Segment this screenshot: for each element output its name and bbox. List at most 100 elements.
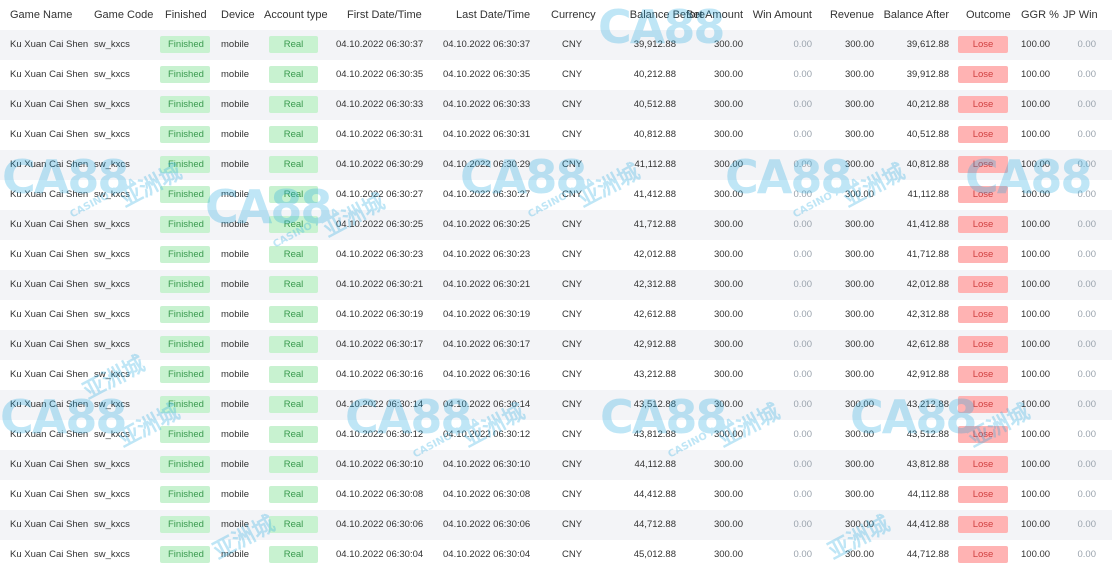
cell-game-name: Ku Xuan Cai Shen [10, 369, 89, 380]
cell-game-name: Ku Xuan Cai Shen [10, 99, 89, 110]
cell-status: Finished [160, 390, 210, 420]
account-type-badge: Real [269, 126, 318, 143]
header-outcome[interactable]: Outcome [966, 0, 1011, 30]
cell-outcome: Lose [958, 300, 1008, 330]
table-row[interactable]: Ku Xuan Cai Shen sw_kxcs Finished mobile… [0, 120, 1112, 150]
header-win-amount[interactable]: Win Amount [753, 0, 812, 30]
cell-currency: CNY [562, 69, 583, 80]
status-badge: Finished [160, 366, 210, 383]
cell-account-type: Real [269, 210, 318, 240]
cell-bet-amount: 300.00 [713, 249, 743, 260]
account-type-badge: Real [269, 396, 318, 413]
cell-status: Finished [160, 330, 210, 360]
cell-balance-after: 44,112.88 [907, 489, 949, 500]
header-game-code[interactable]: Game Code [94, 0, 153, 30]
cell-last-datetime: 04.10.2022 06:30:06 [443, 519, 531, 530]
cell-status: Finished [160, 150, 210, 180]
cell-revenue: 300.00 [844, 39, 874, 50]
account-type-badge: Real [269, 246, 318, 263]
header-ggr-percent[interactable]: GGR % [1021, 0, 1059, 30]
table-row[interactable]: Ku Xuan Cai Shen sw_kxcs Finished mobile… [0, 420, 1112, 450]
cell-balance-before: 44,712.88 [633, 519, 676, 530]
cell-revenue: 300.00 [844, 429, 874, 440]
cell-device: mobile [221, 279, 249, 290]
cell-last-datetime: 04.10.2022 06:30:25 [443, 219, 531, 230]
header-currency[interactable]: Currency [551, 0, 596, 30]
cell-jp-win: 0.00 [1077, 549, 1097, 560]
cell-last-datetime: 04.10.2022 06:30:14 [443, 399, 531, 410]
cell-outcome: Lose [958, 150, 1008, 180]
cell-ggr-percent: 100.00 [1021, 69, 1051, 80]
outcome-badge: Lose [958, 546, 1008, 563]
header-device[interactable]: Device [221, 0, 255, 30]
cell-device: mobile [221, 399, 249, 410]
cell-jp-win: 0.00 [1077, 279, 1097, 290]
outcome-badge: Lose [958, 456, 1008, 473]
header-balance-after[interactable]: Balance After [884, 0, 949, 30]
table-row[interactable]: Ku Xuan Cai Shen sw_kxcs Finished mobile… [0, 330, 1112, 360]
header-last-datetime[interactable]: Last Date/Time [456, 0, 530, 30]
table-row[interactable]: Ku Xuan Cai Shen sw_kxcs Finished mobile… [0, 510, 1112, 540]
cell-bet-amount: 300.00 [713, 429, 743, 440]
table-row[interactable]: Ku Xuan Cai Shen sw_kxcs Finished mobile… [0, 540, 1112, 570]
cell-balance-after: 43,212.88 [906, 399, 949, 410]
header-bet-amount[interactable]: Bet Amount [686, 0, 743, 30]
cell-device: mobile [221, 459, 249, 470]
table-row[interactable]: Ku Xuan Cai Shen sw_kxcs Finished mobile… [0, 90, 1112, 120]
header-finished[interactable]: Finished [165, 0, 207, 30]
cell-jp-win: 0.00 [1077, 519, 1097, 530]
header-game-name[interactable]: Game Name [10, 0, 72, 30]
outcome-badge: Lose [958, 186, 1008, 203]
cell-game-name: Ku Xuan Cai Shen [10, 189, 89, 200]
header-jp-win[interactable]: JP Win [1063, 0, 1098, 30]
cell-revenue: 300.00 [844, 69, 874, 80]
table-row[interactable]: Ku Xuan Cai Shen sw_kxcs Finished mobile… [0, 360, 1112, 390]
status-badge: Finished [160, 276, 210, 293]
cell-revenue: 300.00 [844, 519, 874, 530]
status-badge: Finished [160, 66, 210, 83]
table-row[interactable]: Ku Xuan Cai Shen sw_kxcs Finished mobile… [0, 270, 1112, 300]
header-account-type[interactable]: Account type [264, 0, 328, 30]
cell-balance-after: 41,112.88 [907, 189, 949, 200]
table-row[interactable]: Ku Xuan Cai Shen sw_kxcs Finished mobile… [0, 450, 1112, 480]
header-first-datetime[interactable]: First Date/Time [347, 0, 422, 30]
table-row[interactable]: Ku Xuan Cai Shen sw_kxcs Finished mobile… [0, 180, 1112, 210]
table-row[interactable]: Ku Xuan Cai Shen sw_kxcs Finished mobile… [0, 300, 1112, 330]
cell-device: mobile [221, 249, 249, 260]
outcome-badge: Lose [958, 306, 1008, 323]
cell-jp-win: 0.00 [1077, 39, 1097, 50]
cell-outcome: Lose [958, 480, 1008, 510]
cell-win-amount: 0.00 [793, 159, 813, 170]
table-row[interactable]: Ku Xuan Cai Shen sw_kxcs Finished mobile… [0, 210, 1112, 240]
account-type-badge: Real [269, 36, 318, 53]
header-revenue[interactable]: Revenue [830, 0, 874, 30]
table-row[interactable]: Ku Xuan Cai Shen sw_kxcs Finished mobile… [0, 60, 1112, 90]
table-row[interactable]: Ku Xuan Cai Shen sw_kxcs Finished mobile… [0, 150, 1112, 180]
table-row[interactable]: Ku Xuan Cai Shen sw_kxcs Finished mobile… [0, 30, 1112, 60]
cell-currency: CNY [562, 279, 583, 290]
cell-game-name: Ku Xuan Cai Shen [10, 339, 89, 350]
cell-balance-after: 42,912.88 [906, 369, 949, 380]
cell-game-code: sw_kxcs [94, 489, 130, 500]
cell-game-name: Ku Xuan Cai Shen [10, 459, 89, 470]
cell-account-type: Real [269, 330, 318, 360]
cell-currency: CNY [562, 189, 583, 200]
cell-balance-after: 42,612.88 [906, 339, 949, 350]
account-type-badge: Real [269, 336, 318, 353]
account-type-badge: Real [269, 96, 318, 113]
cell-outcome: Lose [958, 420, 1008, 450]
cell-jp-win: 0.00 [1077, 339, 1097, 350]
cell-outcome: Lose [958, 210, 1008, 240]
table-row[interactable]: Ku Xuan Cai Shen sw_kxcs Finished mobile… [0, 480, 1112, 510]
cell-game-code: sw_kxcs [94, 339, 130, 350]
cell-account-type: Real [269, 480, 318, 510]
cell-game-name: Ku Xuan Cai Shen [10, 219, 89, 230]
cell-game-name: Ku Xuan Cai Shen [10, 429, 89, 440]
outcome-badge: Lose [958, 426, 1008, 443]
cell-win-amount: 0.00 [793, 489, 813, 500]
cell-status: Finished [160, 450, 210, 480]
table-row[interactable]: Ku Xuan Cai Shen sw_kxcs Finished mobile… [0, 240, 1112, 270]
cell-win-amount: 0.00 [793, 399, 813, 410]
cell-device: mobile [221, 369, 249, 380]
table-row[interactable]: Ku Xuan Cai Shen sw_kxcs Finished mobile… [0, 390, 1112, 420]
